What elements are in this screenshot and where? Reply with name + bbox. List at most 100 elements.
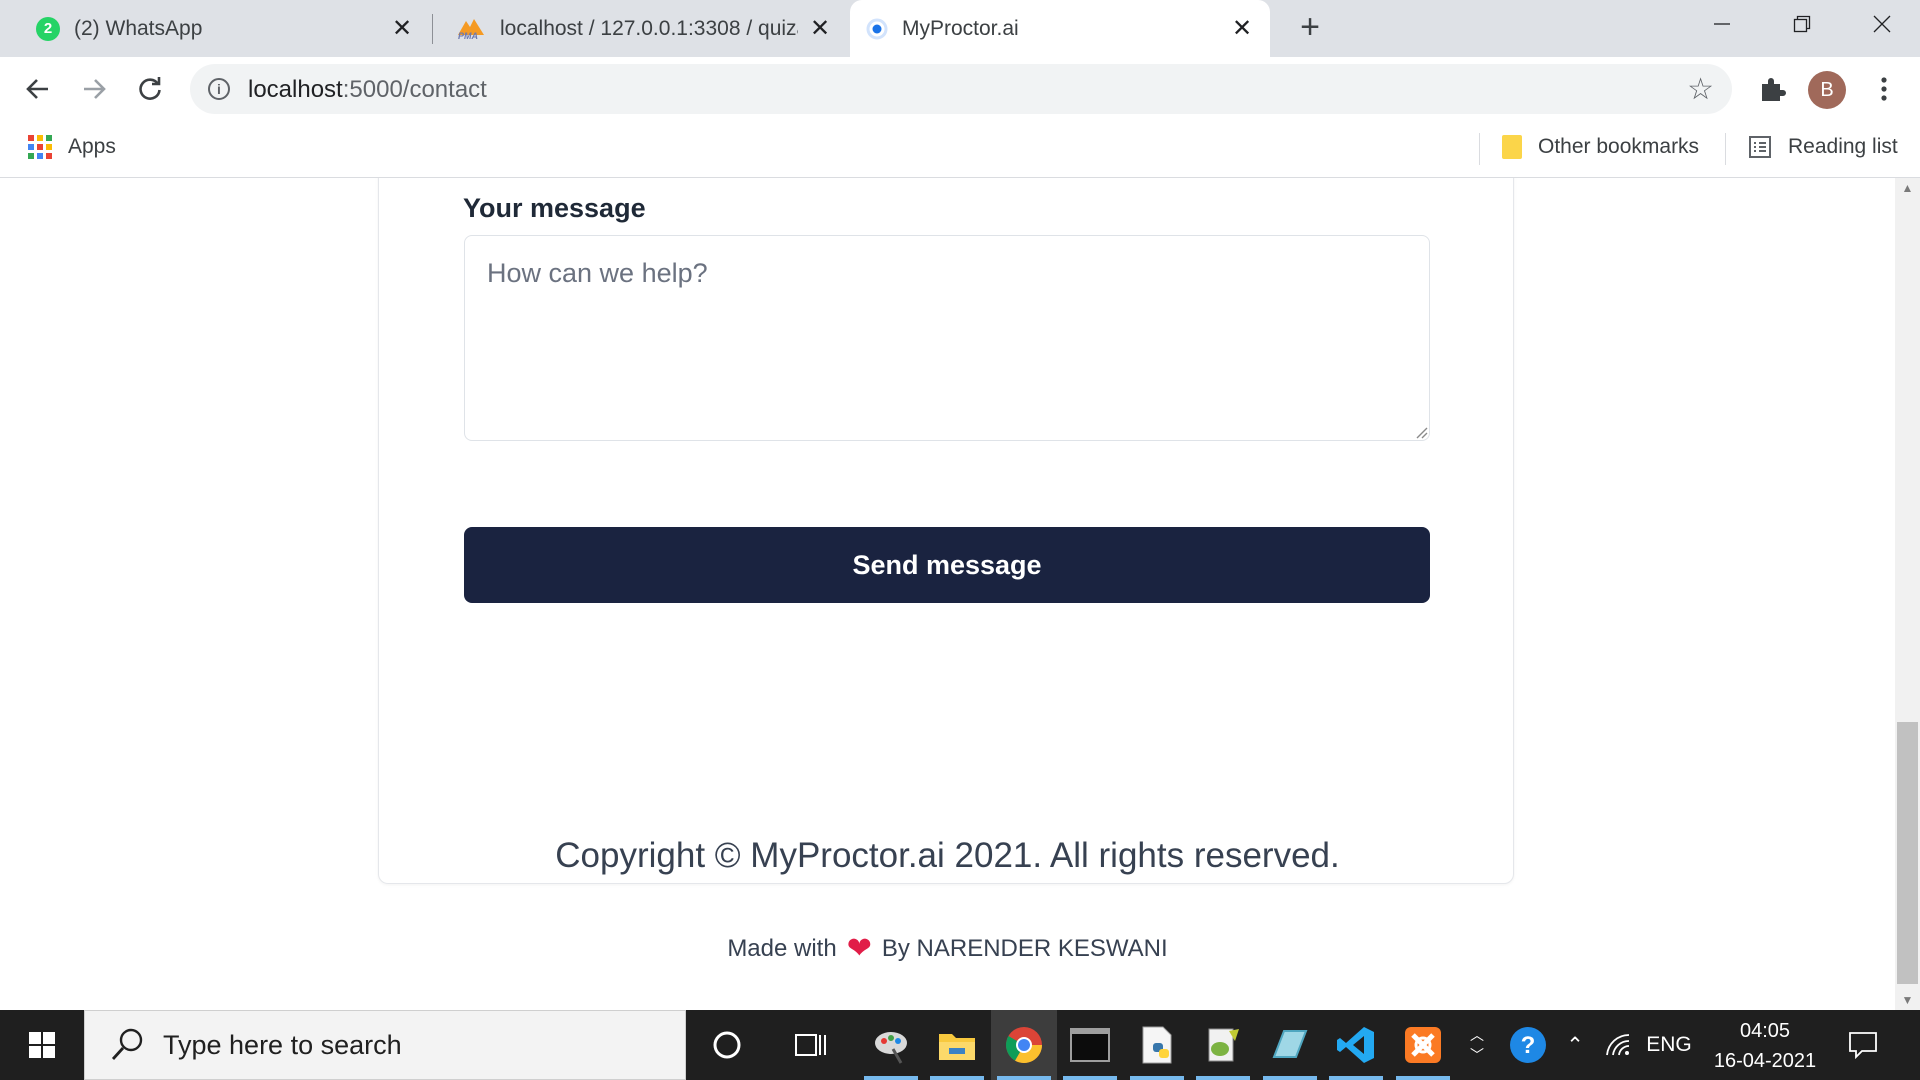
- message-label: Your message: [463, 193, 646, 223]
- terminal-icon: [1070, 1028, 1110, 1062]
- taskbar-app-python[interactable]: [1124, 1010, 1190, 1080]
- chevron-up-icon: ︿: [1470, 1027, 1484, 1043]
- tab-whatsapp[interactable]: 2 (2) WhatsApp ✕: [20, 0, 430, 57]
- running-indicator: [864, 1076, 918, 1080]
- send-message-button[interactable]: Send message: [464, 527, 1430, 603]
- clock-time: 04:05: [1739, 1020, 1791, 1042]
- close-window-button[interactable]: [1842, 0, 1920, 48]
- arrow-left-icon: [26, 79, 48, 99]
- bookmark-reading-list[interactable]: Reading list: [1748, 135, 1898, 159]
- running-indicator: [1396, 1076, 1450, 1080]
- system-clock[interactable]: 04:05 16-04-2021: [1700, 1016, 1830, 1076]
- taskbar-app-vscode[interactable]: [1323, 1010, 1389, 1080]
- bookmark-separator: [1725, 133, 1726, 165]
- chevron-up-icon: ⌃: [1566, 1033, 1584, 1057]
- taskbar-app-file-explorer[interactable]: [924, 1010, 990, 1080]
- running-indicator: [1263, 1076, 1317, 1080]
- bookmarks-bar: Apps Other bookmarks Reading list: [0, 121, 1920, 178]
- wifi-icon: [1606, 1034, 1630, 1056]
- chevron-down-icon: ﹀: [1470, 1047, 1484, 1063]
- bookmark-apps[interactable]: Apps: [28, 135, 116, 159]
- phpmyadmin-logo-text: PMA: [458, 30, 478, 41]
- clock-date: 16-04-2021: [1713, 1050, 1817, 1072]
- message-textarea[interactable]: [464, 235, 1430, 441]
- taskbar-app-xampp[interactable]: [1390, 1010, 1456, 1080]
- taskbar-app-notepadpp[interactable]: [1190, 1010, 1256, 1080]
- scroll-down-icon[interactable]: ▼: [1895, 990, 1920, 1010]
- url-host: localhost: [248, 76, 343, 103]
- forward-button[interactable]: [72, 67, 116, 111]
- taskbar-app-paint[interactable]: [858, 1010, 924, 1080]
- bookmark-label: Reading list: [1788, 135, 1898, 158]
- action-center-button[interactable]: [1838, 1010, 1888, 1080]
- running-indicator: [1130, 1076, 1184, 1080]
- taskbar-search[interactable]: Type here to search: [84, 1010, 686, 1080]
- back-button[interactable]: [16, 67, 60, 111]
- search-placeholder: Type here to search: [163, 1029, 402, 1060]
- author-text: By NARENDER KESWANI: [881, 935, 1168, 962]
- reload-button[interactable]: [128, 67, 172, 111]
- made-with-credit: Made with ❤ By NARENDER KESWANI: [0, 934, 1895, 964]
- apps-grid-icon: [28, 135, 52, 159]
- show-hidden-icons-button[interactable]: ⌃: [1560, 1010, 1590, 1080]
- xampp-icon: [1405, 1027, 1441, 1063]
- url-text[interactable]: localhost:5000/contact: [248, 76, 487, 104]
- browser-toolbar: i localhost:5000/contact ☆ B: [0, 57, 1920, 121]
- reading-list-icon: [1749, 136, 1771, 158]
- vscode-icon: [1337, 1027, 1374, 1063]
- tab-strip: 2 (2) WhatsApp ✕ PMA localhost / 127.0.0…: [0, 0, 1920, 57]
- scroll-up-icon[interactable]: ▲: [1895, 178, 1920, 198]
- resize-handle-icon[interactable]: [1414, 425, 1428, 439]
- minimize-icon: [1714, 23, 1730, 25]
- puzzle-icon: [1762, 78, 1786, 101]
- contact-form-card: Your message Send message: [378, 178, 1514, 884]
- address-bar[interactable]: i localhost:5000/contact ☆: [190, 64, 1732, 114]
- tab-separator: [432, 14, 433, 44]
- tab-title: (2) WhatsApp: [74, 16, 203, 40]
- close-tab-icon[interactable]: ✕: [808, 16, 832, 41]
- running-indicator: [1196, 1076, 1250, 1080]
- minimize-button[interactable]: [1682, 0, 1762, 48]
- task-view-icon: [795, 1034, 826, 1056]
- python-file-icon: [1142, 1026, 1172, 1064]
- scroll-thumb[interactable]: [1897, 722, 1918, 984]
- search-icon: [111, 1028, 143, 1060]
- start-button[interactable]: [0, 1010, 84, 1080]
- restore-icon: [1793, 15, 1811, 33]
- taskbar-app-editor[interactable]: [1257, 1010, 1323, 1080]
- taskbar-app-chrome[interactable]: [991, 1010, 1057, 1080]
- url-path: :5000/contact: [342, 76, 487, 103]
- phpmyadmin-icon: PMA: [456, 17, 486, 41]
- close-tab-icon[interactable]: ✕: [390, 16, 414, 41]
- profile-avatar[interactable]: B: [1808, 71, 1846, 109]
- site-info-icon[interactable]: i: [208, 78, 230, 100]
- running-indicator: [1063, 1076, 1117, 1080]
- close-tab-icon[interactable]: ✕: [1230, 16, 1254, 41]
- cortana-button[interactable]: [694, 1010, 760, 1080]
- restore-button[interactable]: [1762, 0, 1842, 48]
- help-icon: ?: [1510, 1027, 1546, 1063]
- notification-icon: [1849, 1032, 1877, 1059]
- page-scrollbar[interactable]: ▲ ▼: [1895, 178, 1920, 1010]
- taskbar-app-terminal[interactable]: [1057, 1010, 1123, 1080]
- task-view-button[interactable]: [778, 1010, 844, 1080]
- help-tray-button[interactable]: ?: [1500, 1010, 1556, 1080]
- menu-button[interactable]: [1862, 67, 1906, 111]
- language-indicator[interactable]: ENG: [1644, 1010, 1694, 1080]
- copyright-text: Copyright © MyProctor.ai 2021. All right…: [555, 836, 1340, 875]
- chrome-icon: [1005, 1027, 1042, 1064]
- taskbar-overflow[interactable]: ︿ ﹀: [1462, 1010, 1492, 1080]
- windows-taskbar: Type here to search ︿ ﹀ ? ⌃ ENG 04:05 16…: [0, 1010, 1920, 1080]
- extensions-button[interactable]: [1750, 67, 1794, 111]
- new-tab-button[interactable]: +: [1292, 10, 1328, 46]
- folder-icon: [1502, 135, 1522, 159]
- bookmark-star-icon[interactable]: ☆: [1687, 72, 1714, 107]
- tab-phpmyadmin[interactable]: PMA localhost / 127.0.0.1:3308 / quizapp…: [440, 0, 848, 57]
- network-button[interactable]: [1604, 1010, 1634, 1080]
- tab-myproctor[interactable]: MyProctor.ai ✕: [850, 0, 1270, 57]
- whatsapp-icon: 2: [36, 16, 60, 41]
- bookmark-other[interactable]: Other bookmarks: [1502, 135, 1699, 159]
- made-with-text: Made with: [727, 935, 837, 962]
- heart-icon: ❤: [846, 932, 872, 965]
- chrome-loading-icon: [866, 18, 888, 40]
